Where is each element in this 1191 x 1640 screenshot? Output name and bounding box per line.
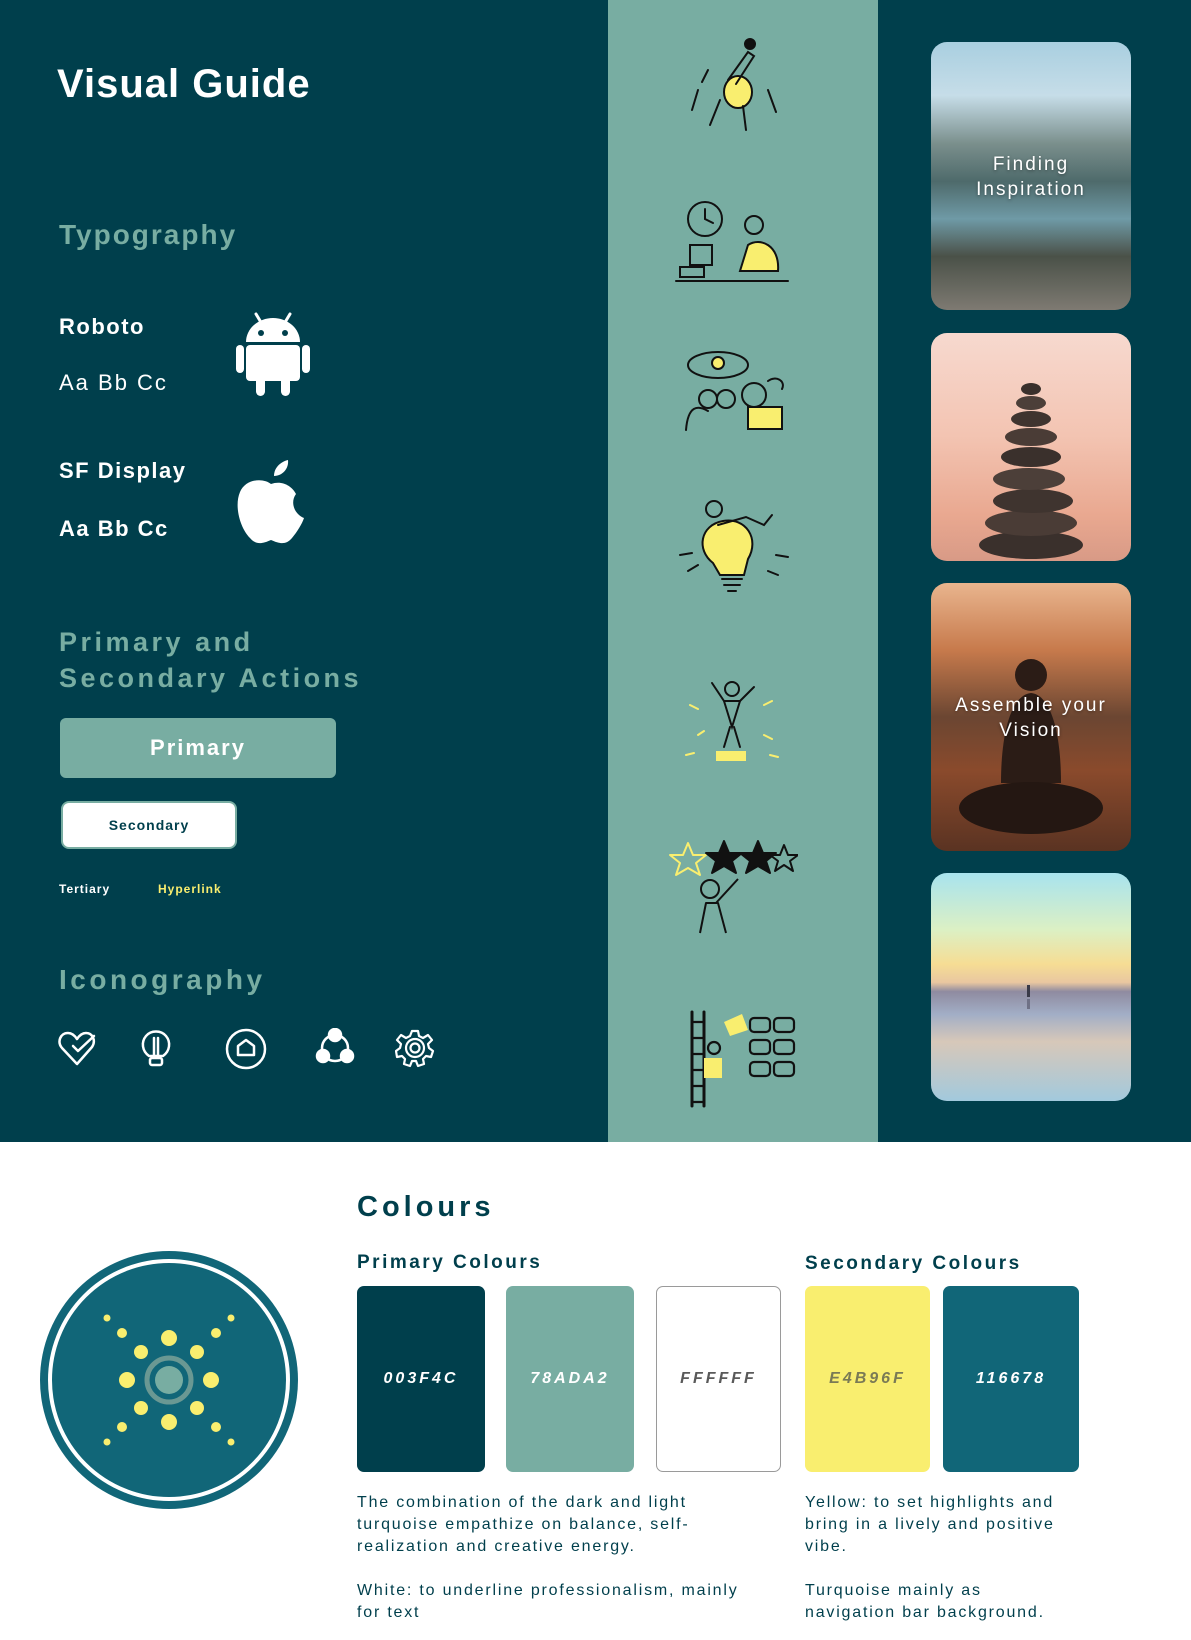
desc-line: bring in a lively and positive xyxy=(805,1516,1055,1533)
desc-line: turquoise empathize on balance, self- xyxy=(357,1516,690,1533)
photo-card-horizon[interactable] xyxy=(931,873,1131,1101)
binoculars-illustration xyxy=(668,345,798,455)
app-logo-icon xyxy=(38,1249,300,1511)
actions-heading: Primary and Secondary Actions xyxy=(59,624,362,696)
swatch-hex-label: 116678 xyxy=(975,1370,1047,1387)
page-title: Visual Guide xyxy=(57,62,311,106)
desc-line: Yellow: to set highlights and xyxy=(805,1494,1055,1511)
community-icon xyxy=(315,1027,355,1068)
desc-line: The combination of the dark and light xyxy=(357,1494,687,1511)
primary-colours-description: The combination of the dark and light tu… xyxy=(357,1492,690,1558)
desc-line: vibe. xyxy=(805,1538,848,1555)
desk-work-illustration xyxy=(668,193,798,303)
secondary-colours-description: Yellow: to set highlights and bring in a… xyxy=(805,1492,1055,1558)
horizon-figure-icon xyxy=(1027,985,1030,1009)
colours-heading: Colours xyxy=(357,1191,495,1223)
lightbulb-icon xyxy=(136,1028,176,1068)
secondary-button[interactable]: Secondary xyxy=(61,801,237,849)
ladder-grid-illustration xyxy=(668,1008,798,1108)
swatch-primary-light: 78ADA2 xyxy=(506,1286,634,1472)
android-icon xyxy=(236,310,310,396)
font-name-roboto: Roboto xyxy=(59,314,145,339)
hyperlink[interactable]: Hyperlink xyxy=(158,882,222,896)
desc-line: navigation bar background. xyxy=(805,1604,1045,1621)
swatch-primary-white: FFFFFF xyxy=(656,1286,781,1472)
photo-card-meditation[interactable]: Assemble your Vision xyxy=(931,583,1131,851)
swatch-primary-dark: 003F4C xyxy=(357,1286,485,1472)
desc-line: for text xyxy=(357,1604,421,1621)
swatch-hex-label: 003F4C xyxy=(383,1370,459,1387)
swatch-hex-label: 78ADA2 xyxy=(530,1370,610,1387)
desc-line: Turquoise mainly as xyxy=(805,1582,982,1599)
actions-heading-line1: Primary and xyxy=(59,627,254,657)
secondary-colours-heading: Secondary Colours xyxy=(805,1253,1022,1274)
stone-stack-icon xyxy=(979,383,1083,559)
apple-icon xyxy=(234,460,308,546)
primary-colours-white-note: White: to underline professionalism, mai… xyxy=(357,1580,739,1624)
photo-card-lake[interactable]: Finding Inspiration xyxy=(931,42,1131,310)
celebrating-person-illustration xyxy=(668,665,798,775)
font-sample-roboto: Aa Bb Cc xyxy=(59,370,168,395)
flying-person-illustration xyxy=(668,30,798,140)
tertiary-button[interactable]: Tertiary xyxy=(59,882,110,896)
typography-heading: Typography xyxy=(59,219,238,250)
home-circle-icon xyxy=(225,1028,267,1070)
photo-caption-line1: Assemble your xyxy=(955,695,1107,716)
actions-heading-line2: Secondary Actions xyxy=(59,663,363,693)
photo-caption-line2: Vision xyxy=(999,720,1063,741)
secondary-colours-turquoise-note: Turquoise mainly as navigation bar backg… xyxy=(805,1580,1045,1624)
swatch-secondary-yellow: E4B96F xyxy=(805,1286,930,1472)
heart-check-icon xyxy=(57,1028,97,1068)
primary-button[interactable]: Primary xyxy=(60,718,336,778)
photo-caption-line1: Finding xyxy=(992,154,1070,175)
font-sample-sf-display: Aa Bb Cc xyxy=(59,516,169,541)
swatch-hex-label: FFFFFF xyxy=(680,1370,757,1387)
settings-gear-icon xyxy=(394,1028,435,1068)
desc-line: White: to underline professionalism, mai… xyxy=(357,1582,739,1599)
desc-line: realization and creative energy. xyxy=(357,1538,636,1555)
photo-card-stones[interactable] xyxy=(931,333,1131,561)
swatch-hex-label: E4B96F xyxy=(829,1370,906,1387)
primary-colours-heading: Primary Colours xyxy=(357,1252,543,1273)
iconography-heading: Iconography xyxy=(59,964,266,995)
photo-caption-line2: Inspiration xyxy=(976,179,1086,200)
star-rating-illustration xyxy=(668,833,799,943)
lightbulb-person-illustration xyxy=(668,495,798,605)
swatch-secondary-turquoise: 116678 xyxy=(943,1286,1079,1472)
font-name-sf-display: SF Display xyxy=(59,458,187,483)
